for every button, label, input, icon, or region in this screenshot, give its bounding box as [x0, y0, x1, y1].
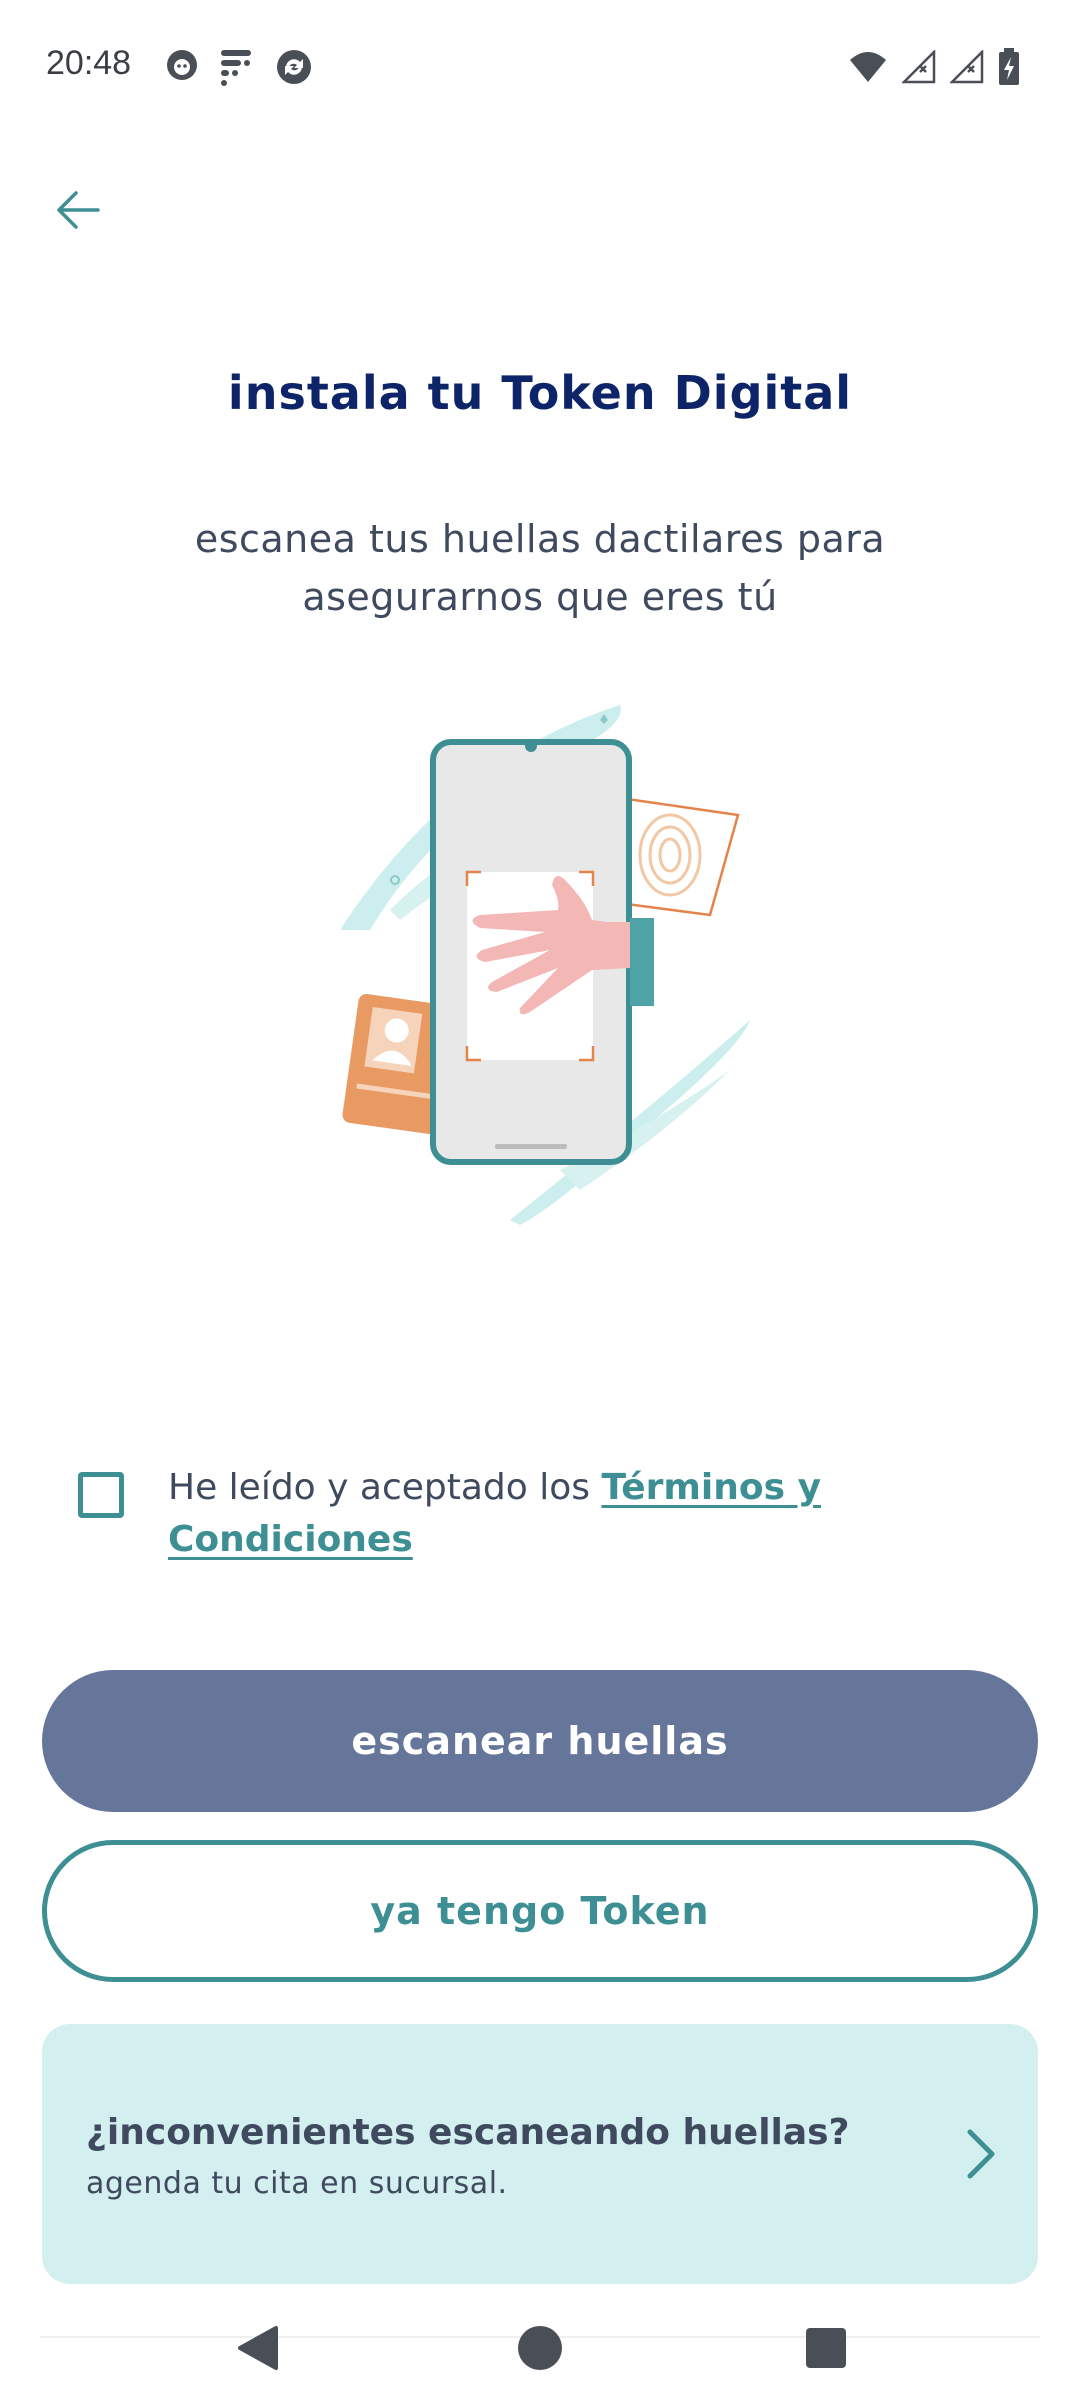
back-button[interactable]	[52, 186, 104, 234]
cat-notification-icon	[167, 50, 197, 80]
page-subtitle: escanea tus huellas dactilares para aseg…	[194, 517, 886, 619]
home-circle-icon	[518, 2326, 562, 2370]
terms-text: He leído y aceptado los Términos y Condi…	[168, 1462, 988, 1566]
recents-square-icon	[806, 2328, 846, 2368]
sync-notification-icon	[277, 50, 311, 84]
have-token-button[interactable]: ya tengo Token	[42, 1840, 1038, 1982]
back-triangle-icon	[238, 2326, 278, 2370]
chevron-right-icon	[967, 2129, 995, 2179]
nav-back-button[interactable]	[228, 2318, 288, 2378]
arrow-left-icon	[57, 191, 100, 229]
help-card-title: ¿inconvenientes escaneando huellas?	[86, 2112, 850, 2153]
status-bar: 20:48	[0, 0, 1080, 120]
terms-prefix: He leído y aceptado los	[168, 1467, 602, 1508]
have-token-label: ya tengo Token	[370, 1889, 710, 1933]
notification-icons	[165, 48, 313, 88]
nav-recents-button[interactable]	[796, 2318, 856, 2378]
scan-fingerprints-label: escanear huellas	[351, 1719, 729, 1763]
page-title: instala tu Token Digital	[227, 366, 853, 420]
app-notification-icon	[221, 50, 251, 86]
help-card[interactable]: ¿inconvenientes escaneando huellas? agen…	[42, 2024, 1038, 2284]
wifi-icon	[850, 52, 886, 82]
battery-charging-icon	[999, 48, 1019, 85]
scan-fingerprints-button[interactable]: escanear huellas	[42, 1670, 1038, 1812]
signal-icon-2	[950, 50, 984, 84]
terms-checkbox[interactable]	[78, 1472, 124, 1518]
nav-home-button[interactable]	[510, 2318, 570, 2378]
phone-fingerprint-illustration	[340, 705, 750, 1225]
status-time: 20:48	[46, 44, 132, 82]
system-status-icons	[848, 48, 1020, 86]
signal-icon	[902, 50, 936, 84]
help-card-subtitle: agenda tu cita en sucursal.	[86, 2166, 508, 2201]
